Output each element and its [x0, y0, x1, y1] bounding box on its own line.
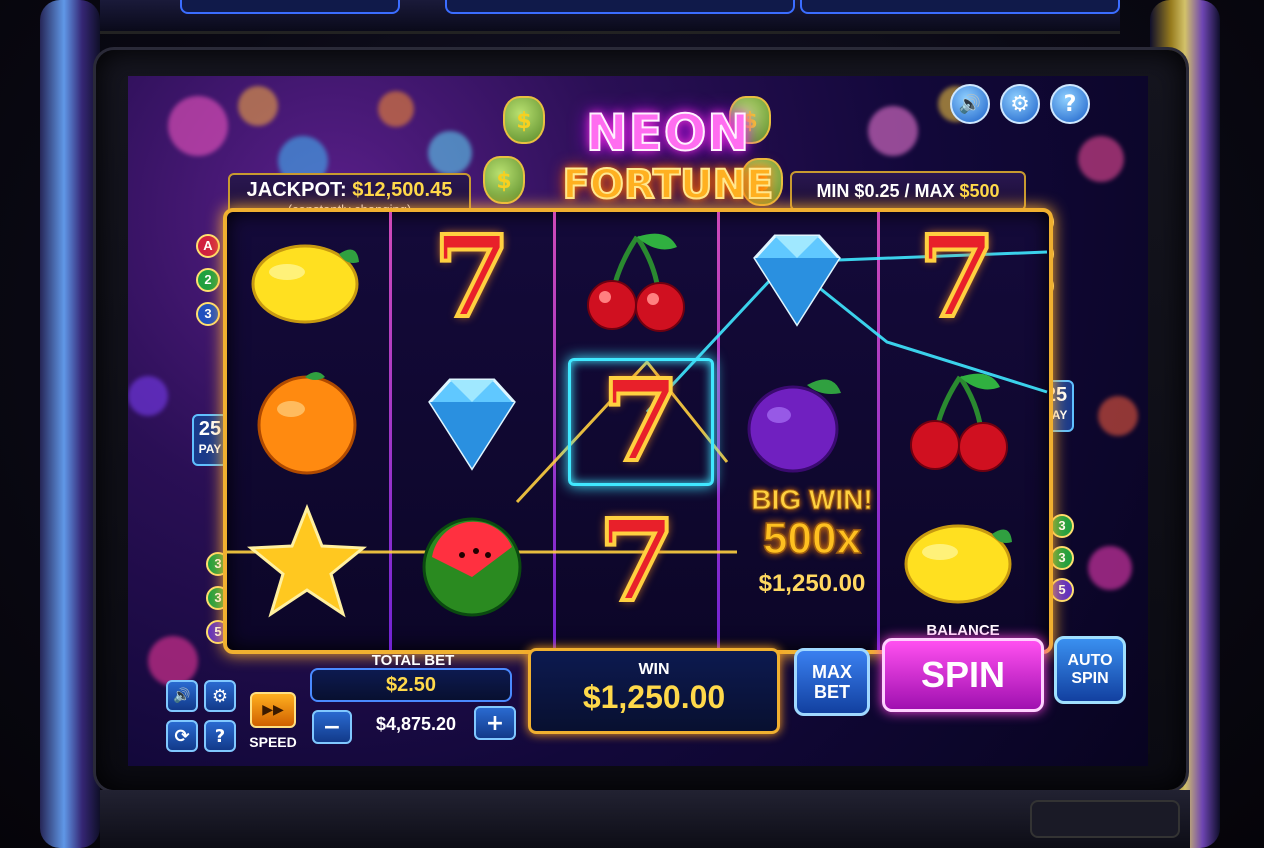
game-logo: $ $ $ $ NEON FORTUNE: [483, 86, 803, 216]
help-icon: ?: [214, 725, 226, 747]
refresh-icon: ⟳: [174, 725, 190, 747]
jackpot-value: $12,500.45: [352, 179, 453, 201]
cabinet-top-panel: [100, 0, 1120, 34]
help-small-button[interactable]: ?: [204, 720, 236, 752]
sound-small-button[interactable]: 🔊: [166, 680, 198, 712]
settings-small-button[interactable]: ⚙: [204, 680, 236, 712]
symbol-cherry: [895, 362, 1025, 482]
minus-icon: −: [322, 714, 342, 740]
total-bet-value: $2.50: [385, 674, 437, 696]
max-bet-label-line1: MAX: [812, 662, 852, 682]
game-screen: $ $ $ $ NEON FORTUNE JACKPOT: $12,500.45…: [128, 76, 1148, 766]
symbol-seven: 7: [916, 212, 998, 343]
symbol-watermelon: [407, 502, 537, 622]
speed-button[interactable]: ▶▶: [250, 692, 296, 728]
increase-bet-button[interactable]: +: [474, 706, 516, 740]
win-display: WIN $1,250.00: [528, 648, 780, 734]
help-button[interactable]: ?: [1050, 84, 1090, 124]
symbol-diamond: [732, 218, 862, 338]
line-badge: A: [196, 234, 220, 258]
gear-icon: ⚙: [1010, 91, 1030, 117]
symbol-diamond: [407, 362, 537, 482]
fast-forward-icon: ▶▶: [262, 702, 284, 718]
help-icon: ?: [1063, 91, 1077, 117]
symbol-seven: 7: [600, 356, 682, 487]
speed-label: SPEED: [249, 734, 297, 750]
cabinet-left-light: [40, 0, 100, 848]
win-value: $1,250.00: [582, 679, 726, 715]
symbol-cherry: [572, 222, 702, 342]
auto-spin-button[interactable]: AUTO SPIN: [1054, 636, 1126, 704]
cabinet-bottom-ledge: [100, 790, 1190, 848]
symbol-star: [242, 502, 372, 622]
total-bet-display: $2.50: [310, 668, 512, 702]
spin-button[interactable]: SPIN: [882, 638, 1044, 712]
symbol-lemon: [242, 222, 372, 342]
jackpot-label: JACKPOT:: [246, 179, 347, 201]
big-win-multiplier: 500x: [762, 513, 861, 564]
logo-line-1: NEON: [585, 103, 751, 163]
symbol-orange: [242, 362, 372, 482]
money-bag-icon: $: [483, 156, 525, 204]
sound-button[interactable]: 🔊: [950, 84, 990, 124]
decrease-bet-button[interactable]: −: [312, 710, 352, 744]
plus-icon: +: [485, 710, 505, 736]
speaker-icon: 🔊: [958, 93, 982, 115]
bet-limits-max: $500: [959, 181, 1000, 201]
symbol-seven: 7: [596, 496, 678, 627]
big-win-title: BIG WIN!: [751, 484, 873, 516]
line-badge: 2: [196, 268, 220, 292]
total-bet-label: TOTAL BET: [371, 652, 455, 669]
big-win-banner: BIG WIN! 500x $1,250.00: [732, 484, 892, 598]
auto-spin-label-line2: SPIN: [1071, 670, 1109, 687]
max-bet-label-line2: BET: [814, 682, 850, 702]
max-bet-button[interactable]: MAX BET: [794, 648, 870, 716]
settings-button[interactable]: ⚙: [1000, 84, 1040, 124]
win-label: WIN: [638, 661, 670, 678]
big-win-amount: $1,250.00: [758, 570, 866, 597]
history-button[interactable]: ⟳: [166, 720, 198, 752]
bet-limits: MIN $0.25 / MAX $500: [790, 171, 1026, 211]
symbol-seven: 7: [431, 212, 513, 343]
auto-spin-label-line1: AUTO: [1067, 652, 1113, 669]
reel-window: 7 7 7 7 BIG WIN! 500x $1,250.00: [223, 208, 1053, 654]
symbol-plum: [732, 362, 862, 482]
bet-limits-text: MIN $0.25 / MAX: [816, 181, 955, 201]
balance-label: BALANCE: [926, 622, 1000, 639]
logo-line-2: FORTUNE: [562, 161, 775, 209]
line-badge: 3: [196, 302, 220, 326]
symbol-lemon: [895, 502, 1025, 622]
balance-value: $4,875.20: [375, 714, 457, 734]
gear-icon: ⚙: [211, 685, 229, 707]
spin-label: SPIN: [920, 654, 1006, 695]
slot-machine-cabinet: $ $ $ $ NEON FORTUNE JACKPOT: $12,500.45…: [0, 0, 1264, 848]
speaker-icon: 🔊: [173, 688, 191, 704]
